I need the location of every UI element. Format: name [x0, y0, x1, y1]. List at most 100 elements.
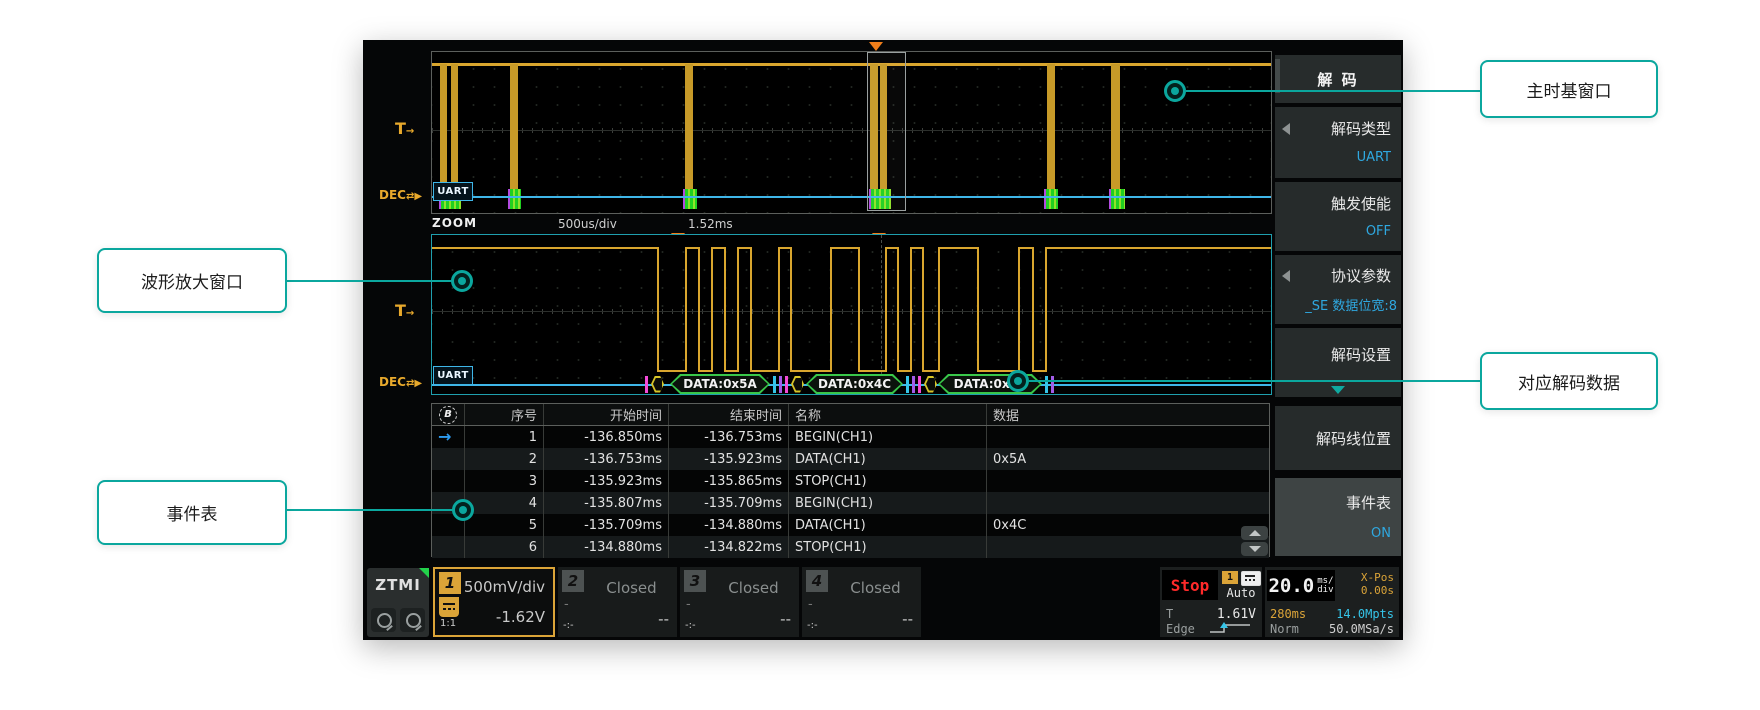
channel-2-state: Closed: [586, 579, 677, 597]
main-timebase-window: UART: [431, 51, 1272, 214]
gesture-icon[interactable]: [400, 608, 425, 632]
menu-item-decode-line-position[interactable]: 解码线位置: [1275, 406, 1401, 470]
decode-frame-bubble[interactable]: DATA:0x5A: [670, 374, 770, 394]
arrow-right-icon: →: [406, 308, 414, 319]
channel-4-box[interactable]: 4 - -:- Closed --: [802, 567, 921, 637]
waveform-burst: [1047, 64, 1055, 189]
touch-lock-icon[interactable]: [371, 608, 396, 632]
play-icon: ▶: [414, 378, 422, 389]
run-state-indicator: Stop: [1162, 570, 1218, 600]
callout-main-timebase-window: 主时基窗口: [1480, 60, 1658, 118]
play-icon: ▶: [414, 191, 422, 202]
more-options-icon: [1331, 386, 1345, 394]
frame-boundary-marker: [906, 374, 937, 394]
probe-ratio: 1:1: [440, 618, 456, 629]
menu-item-decode-type[interactable]: 解码类型 UART: [1275, 107, 1401, 178]
channel-1-badge: 1: [439, 572, 461, 594]
table-row[interactable]: 3-135.923ms -135.865msSTOP(CH1): [432, 470, 1269, 492]
parity-bit-icon: [1051, 376, 1054, 393]
probe-ratio: -:-: [807, 620, 818, 631]
idle-frame-icon: [924, 376, 937, 393]
frame-boundary-marker: [773, 374, 804, 394]
arrow-right-icon: →: [406, 126, 414, 137]
start-bit-icon: [785, 376, 788, 393]
row-pointer-icon: →: [438, 429, 451, 445]
dc-coupling-icon: [439, 597, 459, 617]
callout-marker-event-table: [452, 499, 474, 521]
idle-frame-icon: [651, 376, 664, 393]
coupling-placeholder: -: [564, 597, 569, 612]
channel-3-badge: 3: [684, 570, 706, 592]
table-row[interactable]: 2-136.753ms -135.923msDATA(CH1)0x5A: [432, 448, 1269, 470]
menu-item-trigger-enable[interactable]: 触发使能 OFF: [1275, 182, 1401, 251]
channel-2-box[interactable]: 2 - -:- Closed --: [558, 567, 677, 637]
decode-block: [508, 189, 521, 209]
table-row[interactable]: → 1-136.850ms -136.753msBEGIN(CH1): [432, 426, 1269, 448]
chevron-up-icon: [1249, 530, 1261, 536]
zoom-trigger-marker[interactable]: T→: [395, 304, 414, 321]
trigger-level-value: 1.61V: [1217, 607, 1256, 622]
channel-3-state: Closed: [708, 579, 799, 597]
parity-bit-icon: [912, 376, 915, 393]
main-decode-marker[interactable]: DEC⇄▶: [379, 188, 422, 204]
stop-bit-icon: [1045, 376, 1048, 393]
waveform-burst: [510, 64, 518, 189]
channel-4-badge: 4: [806, 570, 828, 592]
table-row[interactable]: 4-135.807ms -135.709msBEGIN(CH1): [432, 492, 1269, 514]
col-name: 名称: [789, 404, 987, 425]
channel-3-offset: --: [780, 610, 791, 628]
record-points: 14.0Mpts: [1336, 607, 1394, 621]
uart-bus-label[interactable]: UART: [433, 366, 473, 385]
start-bit-icon: [645, 376, 648, 393]
stop-bit-icon: [906, 376, 909, 393]
menu-title-decode: 解 码: [1275, 55, 1401, 103]
table-scroll-down-button[interactable]: [1241, 542, 1268, 556]
waveform-burst: [440, 64, 447, 189]
uart-bus-label[interactable]: UART: [433, 182, 473, 201]
main-trigger-position-icon[interactable]: [869, 42, 883, 51]
col-start-time: 开始时间: [544, 404, 669, 425]
waveform-burst: [1111, 64, 1120, 189]
menu-item-protocol-params[interactable]: 协议参数 _SE 数据位宽:8: [1275, 255, 1401, 324]
decode-block: [683, 189, 697, 209]
coupling-icon: [1241, 571, 1261, 586]
trigger-status-box[interactable]: Stop 1 Auto T 1.61V Edge: [1160, 567, 1262, 637]
col-data: 数据: [987, 404, 1269, 425]
menu-item-decode-settings[interactable]: 解码设置: [1275, 328, 1401, 397]
idle-frame-icon: [791, 376, 804, 393]
zoom-scale-readout: 500us/div: [558, 217, 617, 231]
frame-end-marker: [1045, 374, 1054, 394]
channel-1-box[interactable]: 1 1:1 500mV/div -1.62V: [433, 567, 555, 637]
trigger-level-label: T: [1166, 607, 1173, 621]
main-trigger-marker[interactable]: T→: [395, 122, 414, 139]
table-row[interactable]: 6-134.880ms -134.822msSTOP(CH1): [432, 536, 1269, 558]
annotated-screenshot: T→ DEC⇄▶ T→ DEC⇄▶ UART: [0, 0, 1760, 710]
zoom-region-selector[interactable]: [867, 52, 906, 211]
table-row[interactable]: 5-135.709ms -134.880msDATA(CH1)0x4C: [432, 514, 1269, 536]
table-scroll-up-button[interactable]: [1241, 526, 1268, 540]
channel-2-badge: 2: [562, 570, 584, 592]
acquisition-mode: Norm: [1270, 622, 1299, 636]
main-waveform-highline: [432, 63, 1271, 66]
zoom-decode-marker[interactable]: DEC⇄▶: [379, 375, 422, 391]
timebase-status-box[interactable]: 20.0 ms/div X-Pos0.00s 280ms 14.0Mpts No…: [1265, 567, 1399, 637]
timebase-scale-chip: 20.0 ms/div: [1267, 570, 1335, 601]
brand-logo: ZTMI: [367, 568, 429, 637]
trigger-type: Edge: [1166, 622, 1195, 636]
oscilloscope-screen: T→ DEC⇄▶ T→ DEC⇄▶ UART: [363, 40, 1403, 640]
callout-line: [287, 280, 453, 282]
start-bit-icon: [918, 376, 921, 393]
decode-frame-bubble[interactable]: DATA:0x4C: [806, 374, 903, 394]
parity-bit-icon: [779, 376, 782, 393]
channel-1-offset: -1.62V: [496, 608, 545, 626]
waveform-zoom-window: UART DATA:0x5A DATA:0x4C DATA:0x47: [431, 234, 1272, 395]
sample-rate: 50.0MSa/s: [1329, 622, 1394, 636]
trigger-mode: Auto: [1220, 586, 1262, 600]
col-index: 序号: [465, 404, 544, 425]
callout-zoom-window: 波形放大窗口: [97, 248, 287, 313]
menu-item-event-table[interactable]: 事件表 ON: [1275, 478, 1401, 556]
coupling-placeholder: -: [686, 597, 691, 612]
callout-line: [1186, 90, 1480, 92]
channel-3-box[interactable]: 3 - -:- Closed --: [680, 567, 799, 637]
channel-4-state: Closed: [830, 579, 921, 597]
